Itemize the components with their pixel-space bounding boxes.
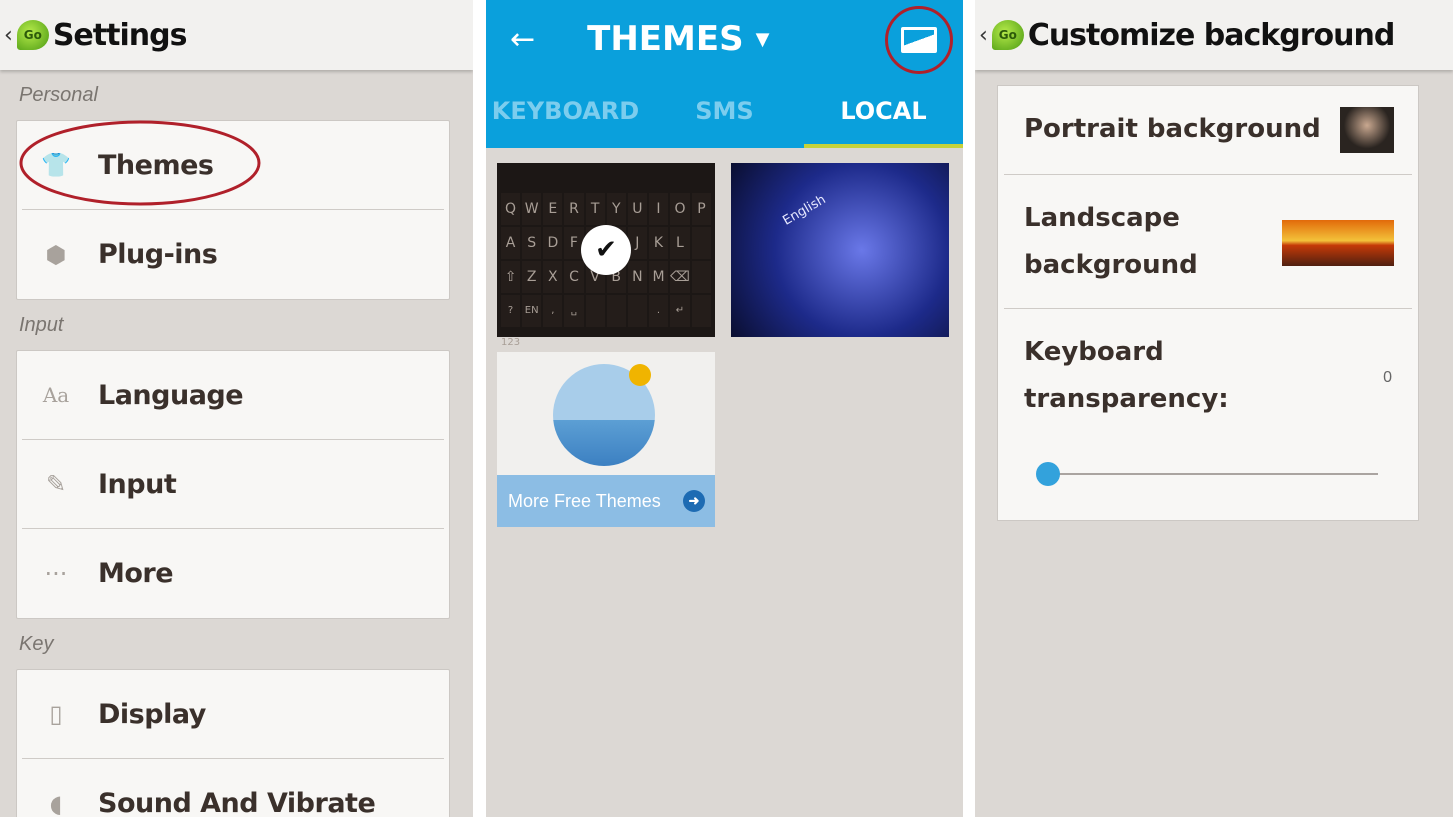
arrow-right-icon: ➜ <box>683 490 705 512</box>
keyboard-key: T <box>585 193 605 225</box>
back-icon[interactable]: ‹ <box>979 23 988 48</box>
themes-header: ← THEMES ▼ KEYBOARD SMS LOCAL <box>486 0 963 148</box>
landscape-thumbnail <box>1282 220 1394 266</box>
phone-icon: ▯ <box>49 700 63 728</box>
settings-item-input[interactable]: ✎ Input <box>22 440 444 529</box>
keyboard-key: ↵ <box>670 295 690 327</box>
back-arrow-icon[interactable]: ← <box>510 22 535 57</box>
transparency-row: Keyboard transparency: 0 <box>1004 309 1412 423</box>
slider-handle[interactable] <box>1036 462 1060 486</box>
settings-card: ▯ Display ◖ Sound And Vibrate <box>16 669 450 817</box>
settings-panel: ‹ Go Settings Personal 👕 Themes ⬢ Plug-ins In… <box>0 0 473 817</box>
check-icon: ✔ <box>581 225 631 275</box>
settings-item-label: Input <box>98 468 177 500</box>
customize-header: ‹ Go Customize background <box>975 0 1453 70</box>
settings-card: Aa Language ✎ Input ··· More <box>16 350 450 619</box>
keyboard-key: R <box>564 193 584 225</box>
section-header: Personal <box>19 84 98 106</box>
sun-icon <box>629 364 651 386</box>
theme-thumbnail-galaxy[interactable]: English <box>731 163 949 337</box>
landscape-background-row[interactable]: Landscape background <box>1004 175 1412 309</box>
themes-tabs: KEYBOARD SMS LOCAL <box>486 78 963 148</box>
settings-item-label: Sound And Vibrate <box>98 788 376 817</box>
keyboard-key: M <box>648 261 669 293</box>
settings-item-label: Plug-ins <box>98 239 218 270</box>
tab-sms[interactable]: SMS <box>645 78 804 148</box>
customize-card: Portrait background Landscape background… <box>997 85 1419 521</box>
keyboard-key: L <box>670 227 690 259</box>
theme-thumbnail-dark[interactable]: ✔ QWERTYUIOPASDFGHJKL⇧ZXCVBNM⌫?123EN,␣.↵ <box>497 163 715 348</box>
keyboard-key: U <box>627 193 647 225</box>
keyboard-key <box>627 295 647 327</box>
keyboard-key: ?123 <box>501 295 521 348</box>
keyboard-key <box>691 261 711 293</box>
transparency-slider[interactable] <box>1036 462 1378 486</box>
themes-title[interactable]: THEMES <box>587 19 743 59</box>
keyboard-key: ⇧ <box>501 261 521 293</box>
keyboard-key <box>691 295 711 327</box>
settings-item-more[interactable]: ··· More <box>22 529 444 618</box>
image-icon <box>901 27 937 53</box>
settings-item-sound-and-vibrate[interactable]: ◖ Sound And Vibrate <box>22 759 444 817</box>
portrait-background-row[interactable]: Portrait background <box>1004 86 1412 175</box>
keyboard-key: Q <box>501 193 521 225</box>
keyboard-key: N <box>627 261 647 293</box>
tab-local[interactable]: LOCAL <box>804 78 963 148</box>
section-header: Input <box>19 314 64 336</box>
aa-icon: Aa <box>42 383 70 407</box>
dropdown-icon[interactable]: ▼ <box>756 29 770 50</box>
keyboard-key: J <box>627 227 647 259</box>
keyboard-key <box>691 227 711 259</box>
settings-item-plug-ins[interactable]: ⬢ Plug-ins <box>22 210 444 299</box>
keyboard-key: . <box>648 295 669 327</box>
portrait-thumbnail <box>1340 107 1394 153</box>
go-keyboard-logo: Go <box>991 20 1024 50</box>
speaker-icon: ◖ <box>49 789 63 817</box>
settings-item-display[interactable]: ▯ Display <box>22 670 444 759</box>
back-icon[interactable]: ‹ <box>4 23 13 48</box>
transparency-label: Keyboard transparency: <box>1024 337 1229 414</box>
transparency-value: 0 <box>1383 369 1392 386</box>
settings-item-label: Display <box>98 698 206 730</box>
keyboard-key: P <box>691 193 711 225</box>
pencil-icon: ✎ <box>45 470 67 498</box>
keyboard-key: S <box>522 227 542 259</box>
keyboard-key: A <box>501 227 521 259</box>
dots-icon: ··· <box>44 559 68 588</box>
cube-icon: ⬢ <box>45 240 67 269</box>
keyboard-key: , <box>543 295 563 327</box>
keyboard-key: ␣ <box>564 295 584 327</box>
keyboard-key <box>606 295 626 327</box>
keyboard-key: O <box>670 193 690 225</box>
settings-item-label: Language <box>98 379 244 411</box>
keyboard-key: D <box>543 227 563 259</box>
background-image-button[interactable] <box>885 6 953 74</box>
keyboard-key <box>585 295 605 327</box>
more-free-themes-card[interactable]: More Free Themes ➜ <box>497 352 715 527</box>
keyboard-key: E <box>543 193 563 225</box>
section-header: Key <box>19 633 54 655</box>
page-title: Settings <box>52 17 188 53</box>
theme-preview-text: English <box>780 192 829 229</box>
themes-panel: ← THEMES ▼ KEYBOARD SMS LOCAL ✔ QWERTYUI… <box>486 0 963 817</box>
settings-item-language[interactable]: Aa Language <box>22 351 444 440</box>
keyboard-key: W <box>522 193 542 225</box>
keyboard-key: C <box>564 261 584 293</box>
annotation-circle <box>19 120 261 206</box>
page-title: Customize background <box>1027 17 1395 53</box>
settings-item-label: More <box>98 558 174 589</box>
landscape-label: Landscape background <box>1024 203 1198 280</box>
customize-panel: ‹ Go Customize background Portrait backg… <box>975 0 1453 817</box>
more-free-themes-label: More Free Themes <box>508 490 661 511</box>
keyboard-key: EN <box>522 295 542 327</box>
keyboard-key: X <box>543 261 563 293</box>
keyboard-key: I <box>648 193 669 225</box>
tab-keyboard[interactable]: KEYBOARD <box>486 78 645 148</box>
settings-header: ‹ Go Settings <box>0 0 473 70</box>
go-keyboard-logo: Go <box>16 20 49 50</box>
keyboard-key: Y <box>606 193 626 225</box>
keyboard-key: ⌫ <box>670 261 690 293</box>
keyboard-key: Z <box>522 261 542 293</box>
keyboard-key: K <box>648 227 669 259</box>
